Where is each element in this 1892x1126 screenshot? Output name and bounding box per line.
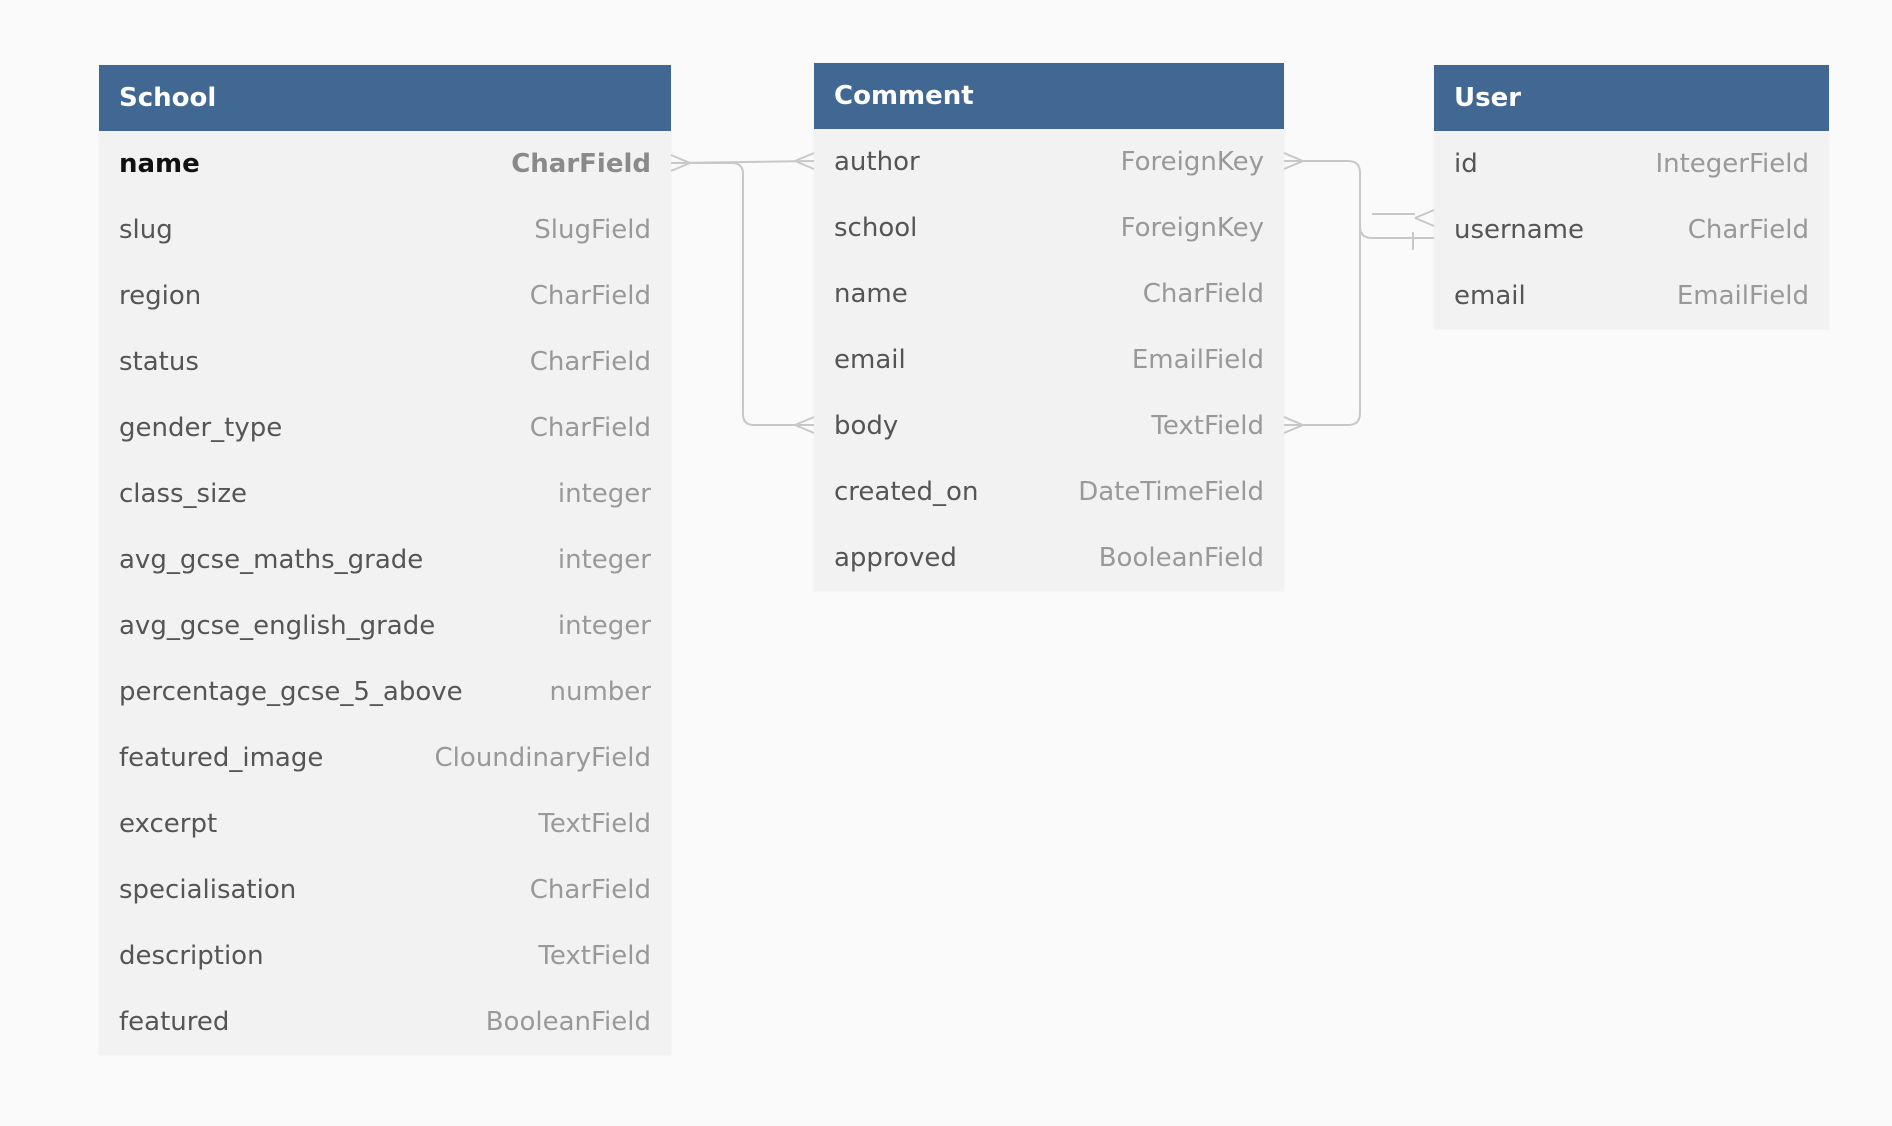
comment-field-row-email[interactable]: email EmailField [814, 327, 1284, 393]
school-field-name: description [119, 941, 264, 971]
school-field-name: gender_type [119, 413, 283, 443]
comment-field-name: approved [834, 543, 957, 573]
user-field-name: username [1454, 215, 1584, 245]
connector-school-name-to-comment-body[interactable] [671, 162, 814, 426]
school-field-type: SlugField [534, 215, 651, 245]
school-field-type: CharField [529, 347, 651, 377]
connector-comment-author-to-user-username[interactable] [1284, 160, 1434, 239]
comment-field-type: BooleanField [1098, 543, 1264, 573]
school-field-row-region[interactable]: region CharField [99, 263, 671, 329]
school-field-name: specialisation [119, 875, 297, 905]
school-field-name: slug [119, 215, 173, 245]
er-diagram-canvas: School name CharField slug SlugField reg… [0, 0, 1892, 1126]
user-field-row-username[interactable]: username CharField [1434, 197, 1829, 263]
crows-foot-icon-school-name [670, 154, 691, 172]
school-field-type: integer [557, 479, 651, 509]
school-field-type: CharField [529, 413, 651, 443]
school-field-row-specialisation[interactable]: specialisation CharField [99, 857, 671, 923]
user-field-type: CharField [1687, 215, 1809, 245]
school-field-type: CharField [529, 875, 651, 905]
school-field-row-slug[interactable]: slug SlugField [99, 197, 671, 263]
school-field-name: excerpt [119, 809, 218, 839]
crows-foot-icon-comment-author-right [1283, 152, 1306, 170]
comment-field-type: ForeignKey [1120, 147, 1264, 177]
school-field-type: TextField [538, 809, 651, 839]
school-field-type: integer [557, 611, 651, 641]
user-field-name: id [1454, 149, 1478, 179]
comment-field-name: author [834, 147, 920, 177]
comment-field-row-school[interactable]: school ForeignKey [814, 195, 1284, 261]
school-field-row-featured[interactable]: featured BooleanField [99, 989, 671, 1055]
comment-field-row-name[interactable]: name CharField [814, 261, 1284, 327]
school-field-name: avg_gcse_maths_grade [119, 545, 424, 575]
school-field-row-description[interactable]: description TextField [99, 923, 671, 989]
school-field-row-name[interactable]: name CharField [99, 131, 671, 197]
crows-foot-icon-comment-body-right [1283, 416, 1306, 434]
user-field-row-id[interactable]: id IntegerField [1434, 131, 1829, 197]
comment-field-row-author[interactable]: author ForeignKey [814, 129, 1284, 195]
user-table[interactable]: User id IntegerField username CharField … [1434, 65, 1829, 329]
school-field-row-class-size[interactable]: class_size integer [99, 461, 671, 527]
comment-field-name: body [834, 411, 899, 441]
school-field-row-status[interactable]: status CharField [99, 329, 671, 395]
comment-field-name: created_on [834, 477, 979, 507]
comment-field-type: DateTimeField [1078, 477, 1264, 507]
school-field-name: featured_image [119, 743, 324, 773]
school-field-type: number [549, 677, 651, 707]
school-field-name: avg_gcse_english_grade [119, 611, 436, 641]
user-table-header[interactable]: User [1434, 65, 1829, 131]
user-field-type: IntegerField [1655, 149, 1809, 179]
crows-foot-icon-comment-author-left [794, 152, 815, 170]
school-field-type: BooleanField [485, 1007, 651, 1037]
school-field-name: featured [119, 1007, 230, 1037]
connector-school-name-to-comment-author[interactable] [670, 160, 815, 164]
school-field-row-avg-gcse-maths-grade[interactable]: avg_gcse_maths_grade integer [99, 527, 671, 593]
connector-comment-body-to-user-username[interactable] [1284, 226, 1361, 426]
school-field-name: percentage_gcse_5_above [119, 677, 463, 707]
school-field-type: CharField [529, 281, 651, 311]
comment-field-row-approved[interactable]: approved BooleanField [814, 525, 1284, 591]
school-field-row-gender-type[interactable]: gender_type CharField [99, 395, 671, 461]
school-field-row-featured-image[interactable]: featured_image CloundinaryField [99, 725, 671, 791]
comment-field-name: school [834, 213, 918, 243]
school-table[interactable]: School name CharField slug SlugField reg… [99, 65, 671, 1055]
comment-field-type: CharField [1142, 279, 1264, 309]
school-field-name: region [119, 281, 202, 311]
school-field-name: status [119, 347, 199, 377]
comment-field-type: ForeignKey [1120, 213, 1264, 243]
school-field-type: integer [557, 545, 651, 575]
school-field-row-percentage-gcse-5-above[interactable]: percentage_gcse_5_above number [99, 659, 671, 725]
user-field-name: email [1454, 281, 1526, 311]
comment-field-type: TextField [1151, 411, 1264, 441]
comment-field-name: name [834, 279, 908, 309]
crows-foot-icon-user-username [1372, 209, 1435, 227]
comment-field-type: EmailField [1131, 345, 1264, 375]
user-field-row-email[interactable]: email EmailField [1434, 263, 1829, 329]
school-field-row-avg-gcse-english-grade[interactable]: avg_gcse_english_grade integer [99, 593, 671, 659]
comment-field-name: email [834, 345, 906, 375]
comment-table-header[interactable]: Comment [814, 63, 1284, 129]
school-field-name: name [119, 149, 200, 179]
school-field-type: TextField [538, 941, 651, 971]
school-table-header[interactable]: School [99, 65, 671, 131]
comment-field-row-body[interactable]: body TextField [814, 393, 1284, 459]
school-field-name: class_size [119, 479, 247, 509]
school-field-type: CharField [511, 149, 651, 179]
school-field-type: CloundinaryField [434, 743, 651, 773]
comment-field-row-created-on[interactable]: created_on DateTimeField [814, 459, 1284, 525]
user-field-type: EmailField [1676, 281, 1809, 311]
comment-table[interactable]: Comment author ForeignKey school Foreign… [814, 63, 1284, 591]
school-field-row-excerpt[interactable]: excerpt TextField [99, 791, 671, 857]
crows-foot-icon-comment-body-left [794, 416, 815, 434]
